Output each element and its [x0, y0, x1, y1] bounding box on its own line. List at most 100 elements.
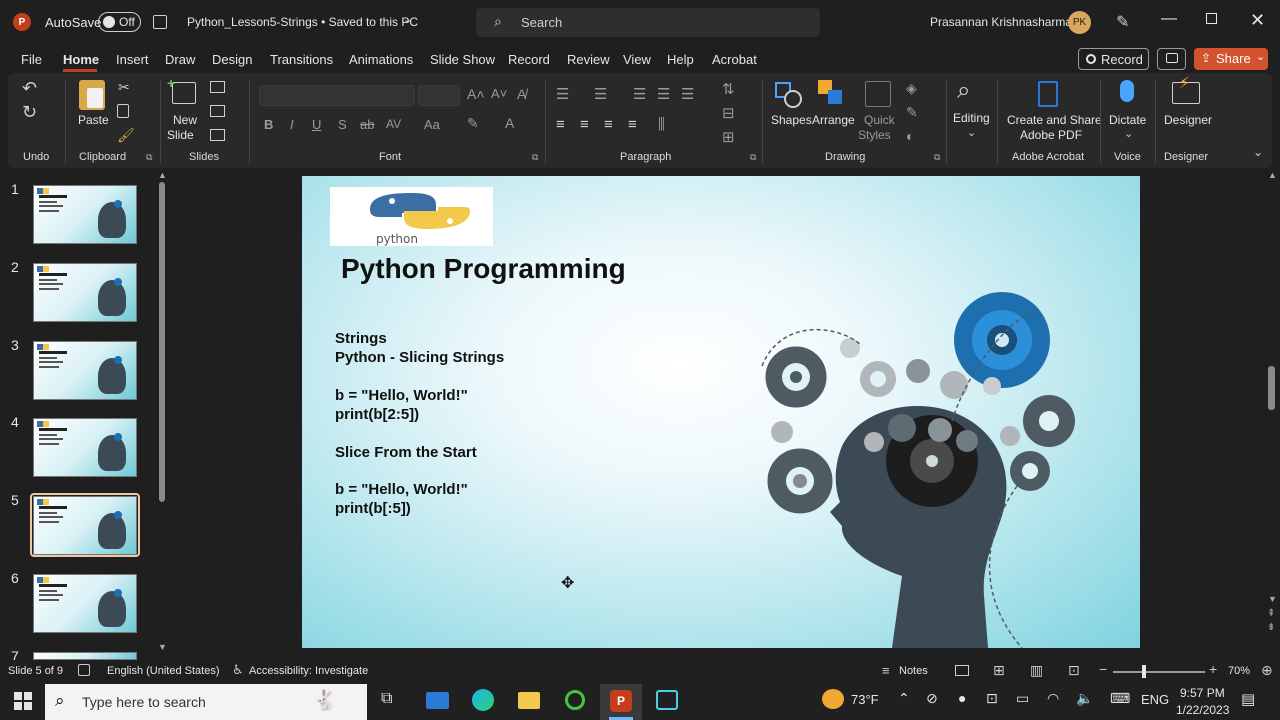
slide-canvas[interactable]: python Python Programming Strings Python… [302, 176, 1140, 648]
zoom-out-icon[interactable]: − [1099, 661, 1107, 677]
menu-animations[interactable]: Animations [349, 52, 413, 67]
menu-view[interactable]: View [623, 52, 651, 67]
slide-text-slice-start[interactable]: Slice From the Start [335, 444, 477, 461]
microphone-tray-icon[interactable]: ● [958, 690, 966, 706]
microphone-icon[interactable] [1120, 80, 1134, 102]
accessibility-status[interactable]: Accessibility: Investigate [249, 665, 368, 677]
slide-thumbnail-4[interactable] [33, 418, 137, 477]
designer-label[interactable]: Designer [1164, 113, 1212, 127]
editing-label[interactable]: Editing [953, 111, 990, 125]
file-explorer-icon[interactable] [518, 692, 540, 709]
display-tray-icon[interactable]: ⊡ [986, 690, 998, 707]
slide-sorter-icon[interactable]: ⊞ [993, 662, 1005, 679]
menu-help[interactable]: Help [667, 52, 694, 67]
clock-date[interactable]: 1/22/2023 [1176, 703, 1229, 717]
menu-file[interactable]: File [21, 52, 42, 67]
dialog-launcher-icon[interactable]: ⧉ [532, 152, 538, 163]
restore-icon[interactable] [1206, 13, 1217, 24]
language-status[interactable]: English (United States) [107, 665, 220, 677]
editor-scrollbar[interactable]: ▲ ▼ ⇞ ⇟ [1266, 170, 1278, 640]
text-direction-icon[interactable]: ⇅ [722, 80, 735, 98]
align-text-icon[interactable]: ⊟ [722, 104, 735, 122]
new-slide-label2[interactable]: Slide [167, 128, 194, 142]
mail-icon[interactable] [426, 692, 449, 709]
notes-button[interactable]: Notes [899, 665, 928, 677]
menu-design[interactable]: Design [212, 52, 252, 67]
share-button[interactable]: ⇪ Share ⌄ [1194, 48, 1268, 70]
accessibility-icon[interactable]: ♿ [232, 662, 244, 678]
notification-icon[interactable]: ▤ [1241, 690, 1255, 708]
font-color-icon[interactable]: A [505, 115, 514, 131]
shape-fill-icon[interactable]: ◈ [906, 80, 917, 97]
app-tray-icon[interactable]: ⊘ [926, 690, 938, 707]
slide-text-code2[interactable]: print(b[2:5]) [335, 406, 419, 423]
menu-record[interactable]: Record [508, 52, 550, 67]
slide-thumbnail-1[interactable] [33, 185, 137, 244]
decrease-indent-icon[interactable]: ☰ [633, 85, 646, 103]
normal-view-icon[interactable] [955, 665, 969, 676]
paste-button-label[interactable]: Paste [78, 113, 109, 127]
autosave-toggle[interactable]: Off [98, 12, 141, 32]
menu-draw[interactable]: Draw [165, 52, 195, 67]
slide-thumbnail-2[interactable] [33, 263, 137, 322]
new-slide-icon[interactable]: + [167, 75, 196, 104]
adobe-pdf-icon[interactable] [1038, 81, 1058, 107]
bullets-icon[interactable]: ☰ [556, 85, 569, 103]
wifi-icon[interactable]: ◠ [1047, 690, 1059, 707]
new-slide-label[interactable]: New [173, 113, 197, 127]
create-share-label[interactable]: Create and Share [1007, 113, 1102, 127]
shape-effects-icon[interactable]: ◐ [906, 128, 914, 144]
pane-scrollbar[interactable]: ▲ ▼ [158, 170, 167, 652]
bold-icon[interactable]: B [264, 117, 273, 132]
search-box[interactable]: ⌕ Search [476, 8, 820, 37]
menu-insert[interactable]: Insert [116, 52, 149, 67]
slide-thumbnail-5[interactable] [33, 496, 137, 555]
shape-outline-icon[interactable]: ✎ [906, 104, 918, 121]
increase-indent-icon[interactable]: ☰ [657, 85, 670, 103]
collapse-ribbon-icon[interactable]: ⌄ [1253, 145, 1263, 159]
arrange-icon[interactable] [818, 80, 846, 108]
dialog-launcher-icon[interactable]: ⧉ [934, 152, 940, 163]
keyboard-icon[interactable]: ⌨ [1110, 690, 1130, 707]
close-icon[interactable]: ✕ [1250, 10, 1265, 31]
slide-text-code1[interactable]: b = "Hello, World!" [335, 387, 468, 404]
align-right-icon[interactable]: ≡ [604, 116, 613, 133]
chevron-up-icon[interactable]: ⌃ [898, 690, 910, 707]
decrease-font-icon[interactable]: A˅ [491, 86, 507, 101]
task-view-icon[interactable]: ⧉ [381, 690, 392, 708]
app-green-icon[interactable] [565, 690, 585, 710]
pane-scroll-thumb[interactable] [159, 182, 165, 502]
slide-thumbnail-7[interactable] [33, 652, 137, 660]
character-spacing-icon[interactable]: AV [386, 117, 401, 131]
font-size-dropdown[interactable] [418, 85, 460, 106]
menu-slide-show[interactable]: Slide Show [430, 52, 495, 67]
shapes-label[interactable]: Shapes [771, 113, 812, 127]
menu-transitions[interactable]: Transitions [270, 52, 333, 67]
layout-icon[interactable] [210, 81, 225, 93]
reset-icon[interactable] [210, 105, 225, 117]
numbering-icon[interactable]: ☰ [594, 85, 607, 103]
slide-text-code4[interactable]: print(b[:5]) [335, 500, 411, 517]
windows-start-icon[interactable] [14, 692, 32, 710]
spelling-icon[interactable] [78, 664, 90, 676]
fit-slide-icon[interactable]: ⊕ [1261, 662, 1273, 679]
clock-time[interactable]: 9:57 PM [1180, 686, 1225, 700]
paste-icon[interactable] [79, 80, 105, 110]
slideshow-view-icon[interactable]: ⊡ [1068, 662, 1080, 679]
format-painter-icon[interactable]: 🖌 [117, 127, 135, 144]
align-left-icon[interactable]: ≡ [556, 116, 565, 133]
font-name-dropdown[interactable] [259, 85, 415, 106]
underline-icon[interactable]: U [312, 117, 321, 132]
notes-icon[interactable]: ≡ [882, 663, 890, 678]
editor-scroll-thumb[interactable] [1268, 366, 1275, 410]
dictate-label[interactable]: Dictate [1109, 113, 1146, 127]
shadow-icon[interactable]: S [338, 117, 347, 132]
editing-search-icon[interactable]: ⌕ [957, 77, 970, 105]
copy-icon[interactable] [117, 104, 129, 118]
arrange-label[interactable]: Arrange [812, 113, 855, 127]
taskbar-search-box[interactable]: ⌕ Type here to search 🐇 [45, 684, 367, 720]
zoom-in-icon[interactable]: + [1209, 661, 1217, 677]
input-language[interactable]: ENG [1141, 692, 1169, 707]
italic-icon[interactable]: I [290, 117, 294, 132]
avatar[interactable]: PK [1068, 11, 1091, 34]
